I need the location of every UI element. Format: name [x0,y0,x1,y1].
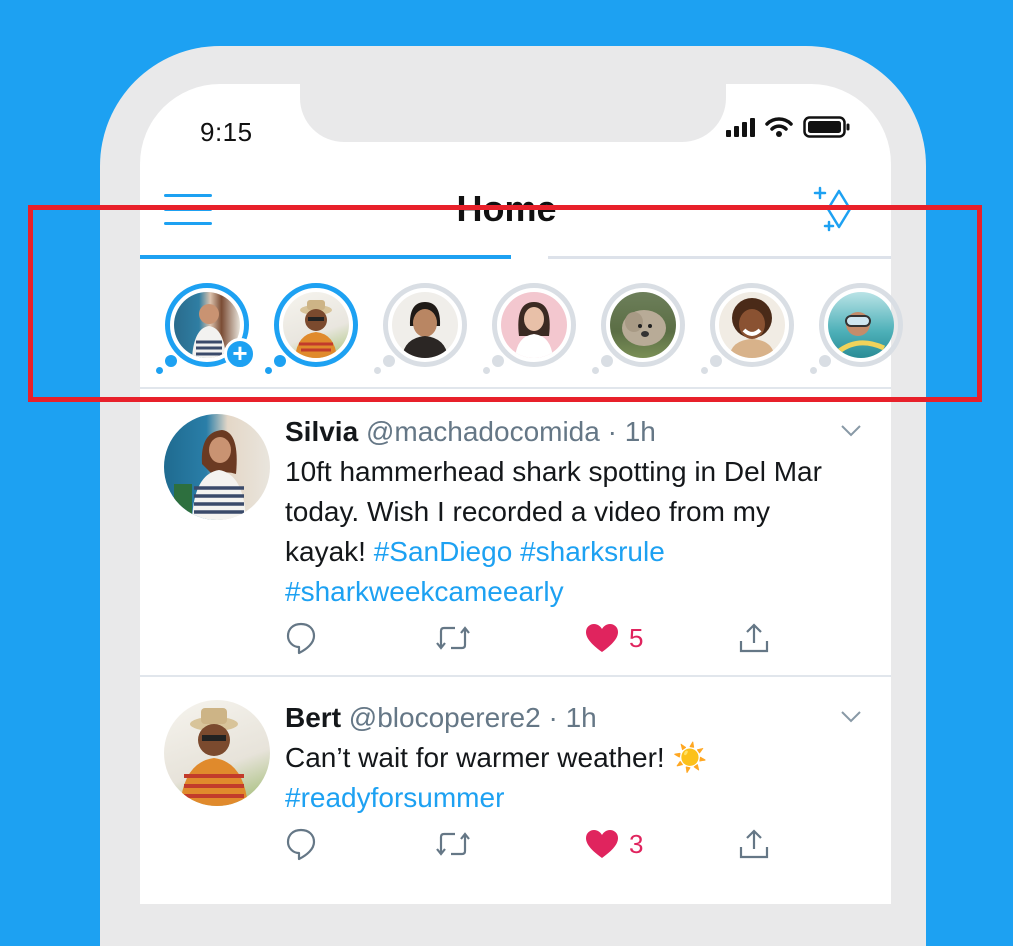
hashtag-link[interactable]: #sharkweekcameearly [285,576,564,607]
tweet-header: Silvia @machadocomida · 1h [285,416,855,448]
heart-icon [586,830,618,858]
hashtag-link[interactable]: #readyforsummer [285,782,504,813]
reply-icon [286,622,316,655]
share-button[interactable] [737,620,771,656]
tweet-text: Can’t wait for warmer weather! ☀️ [285,742,708,773]
fleet-avatar-your-fleet[interactable]: + [156,283,256,374]
wifi-icon [765,117,793,137]
tweet-avatar[interactable] [164,700,270,806]
tweet-author-name[interactable]: Silvia [285,416,358,447]
status-time: 9:15 [200,117,253,147]
like-count: 5 [629,622,644,653]
retweet-button[interactable] [435,620,471,656]
fleet-avatar-user-6[interactable] [701,283,794,374]
chevron-down-icon[interactable] [840,710,862,724]
tweet-actions: 5 [285,620,885,656]
like-count: 3 [629,828,644,859]
retweet-icon [436,626,470,650]
tweet-text-block: Can’t wait for warmer weather! ☀️ #ready… [285,738,855,818]
like-button[interactable]: 3 [585,826,643,862]
tweet-avatar[interactable] [164,414,270,520]
heart-icon [586,624,618,652]
fleets-row: + [140,283,903,374]
battery-icon [803,116,850,138]
fleet-avatar-bert[interactable] [265,283,358,374]
retweet-icon [436,832,470,856]
tweet-handle[interactable]: @machadocomida [366,416,600,447]
fleet-avatar-user-4[interactable] [483,283,576,374]
hashtag-link[interactable]: #sharksrule [520,536,665,567]
sparkle-timeline-icon[interactable] [812,184,860,234]
tweet-divider [140,675,891,677]
add-fleet-plus-icon[interactable]: + [224,338,256,370]
reply-button[interactable] [285,826,317,862]
tweet-author-name[interactable]: Bert [285,702,341,733]
like-button[interactable]: 5 [585,620,643,656]
reply-icon [286,828,316,861]
fleets-divider [140,387,891,389]
cellular-signal-icon [726,117,755,137]
tweet-time[interactable]: 1h [625,416,656,447]
share-icon [739,829,769,859]
tweet-handle[interactable]: @blocoperere2 [349,702,541,733]
phone-notch [300,84,726,142]
tweet-separator: · [599,416,625,447]
tweet-card[interactable]: Silvia @machadocomida · 1h 10ft hammerhe… [140,412,891,674]
tweet-card[interactable]: Bert @blocoperere2 · 1h Can’t wait for w… [140,698,891,882]
share-button[interactable] [737,826,771,862]
retweet-button[interactable] [435,826,471,862]
reply-button[interactable] [285,620,317,656]
status-icons [726,116,851,138]
hashtag-link[interactable]: #SanDiego [374,536,513,567]
tweet-actions: 3 [285,826,885,862]
tweet-time[interactable]: 1h [566,702,597,733]
fleet-avatar-diver[interactable] [810,283,903,374]
chevron-down-icon[interactable] [840,424,862,438]
page-title: Home [456,188,557,229]
share-icon [739,623,769,653]
fleet-avatar-dog[interactable] [592,283,685,374]
tab-indicator-active [140,255,511,259]
tweet-text-block: 10ft hammerhead shark spotting in Del Ma… [285,452,855,612]
tab-indicator-inactive [548,256,891,259]
tweet-separator: · [540,702,566,733]
fleet-avatar-user-3[interactable] [374,283,467,374]
tweet-header: Bert @blocoperere2 · 1h [285,702,855,734]
